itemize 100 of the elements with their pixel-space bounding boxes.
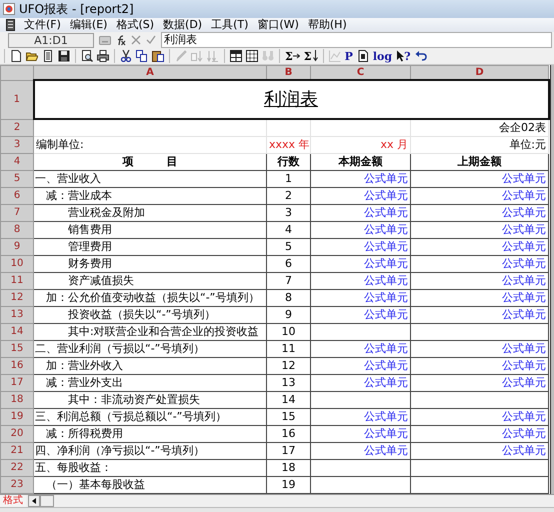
document-icon[interactable]: [41, 49, 55, 63]
app-icon: [3, 3, 15, 15]
item-label: 减：营业成本: [34, 188, 266, 204]
line-number: 3: [266, 204, 310, 222]
row-header[interactable]: 7: [0, 204, 34, 222]
line-number: 6: [266, 256, 310, 272]
column-header[interactable]: C: [310, 66, 410, 80]
item-label: 加：公允价值变动收益（损失以“-”号填列）: [34, 290, 266, 306]
formula-cell: 公式单元: [310, 442, 410, 460]
toolbar-button[interactable]: log: [372, 49, 394, 63]
column-header[interactable]: A: [34, 66, 266, 80]
row-header[interactable]: 18: [0, 392, 34, 408]
row-header[interactable]: 20: [0, 426, 34, 442]
print-preview-icon[interactable]: [80, 49, 94, 63]
line-number: 9: [266, 306, 310, 324]
row-header[interactable]: 3: [0, 136, 34, 154]
scrollbar[interactable]: [550, 65, 554, 494]
column-heading: 本期金额: [310, 154, 410, 170]
menu-item[interactable]: 窗口(W): [257, 18, 299, 32]
row-header[interactable]: 15: [0, 340, 34, 358]
formula-cell: 公式单元: [310, 256, 410, 272]
toolbar-button[interactable]: ?: [395, 49, 412, 63]
scroll-left-button[interactable]: [28, 495, 40, 507]
new-file-icon[interactable]: [9, 49, 23, 63]
scissors-icon[interactable]: [119, 49, 133, 63]
item-label: 销售费用: [34, 222, 266, 238]
menu-item[interactable]: 编辑(E): [70, 18, 108, 32]
formula-cell: 公式单元: [410, 170, 548, 188]
item-label: 其中：非流动资产处置损失: [34, 392, 266, 408]
menu-item[interactable]: 格式(S): [116, 18, 154, 32]
toolbar-button[interactable]: P: [344, 49, 354, 63]
copy-icon[interactable]: [135, 49, 149, 63]
function-icon[interactable]: [116, 34, 126, 46]
item-label: 财务费用: [34, 256, 266, 272]
row-header[interactable]: 2: [0, 119, 34, 136]
line-number: 17: [266, 442, 310, 460]
row-header[interactable]: 6: [0, 188, 34, 204]
row-header[interactable]: 5: [0, 170, 34, 188]
table-icon[interactable]: [229, 49, 243, 63]
pointer-icon: [396, 50, 404, 62]
line-number: 4: [266, 222, 310, 238]
formula-cell: 公式单元: [310, 204, 410, 222]
item-label: 五、每股收益：: [34, 460, 266, 476]
row-header[interactable]: 11: [0, 272, 34, 290]
formula-cell: 公式单元: [410, 442, 548, 460]
line-number: 1: [266, 170, 310, 188]
row-header[interactable]: 9: [0, 238, 34, 256]
print-icon[interactable]: [96, 49, 110, 63]
row-header[interactable]: 19: [0, 408, 34, 426]
item-label: 减：所得税费用: [34, 426, 266, 442]
document-icon[interactable]: [6, 19, 15, 31]
formula-cell: 公式单元: [410, 340, 548, 358]
row-header[interactable]: 4: [0, 154, 34, 170]
line-number: 5: [266, 238, 310, 256]
cell-reference-field[interactable]: A1:D1: [8, 32, 94, 48]
column-header[interactable]: D: [410, 66, 548, 80]
item-label: 一、营业收入: [34, 170, 266, 188]
item-label: 营业税金及附加: [34, 204, 266, 222]
row-header[interactable]: 22: [0, 460, 34, 476]
line-number: 15: [266, 408, 310, 426]
formula-cell: 公式单元: [310, 306, 410, 324]
item-label: 三、利润总额（亏损总额以“-”号填列）: [34, 408, 266, 426]
undo-icon[interactable]: [414, 49, 428, 63]
item-label: 加：营业外收入: [34, 358, 266, 374]
paste-icon[interactable]: [151, 49, 165, 63]
row-header[interactable]: 21: [0, 442, 34, 460]
line-number: 13: [266, 374, 310, 392]
row-header[interactable]: 14: [0, 324, 34, 340]
toolbar-button[interactable]: Σ: [302, 49, 319, 63]
column-header[interactable]: B: [266, 66, 310, 80]
formula-cell: 公式单元: [310, 408, 410, 426]
menu-item[interactable]: 文件(F): [24, 18, 61, 32]
column-heading: 上期金额: [410, 154, 548, 170]
row-header[interactable]: 17: [0, 374, 34, 392]
toolbar-button[interactable]: Σ: [284, 49, 301, 63]
save-icon[interactable]: [57, 49, 71, 63]
column-heading: 项 目: [34, 154, 266, 170]
row-header[interactable]: 16: [0, 358, 34, 374]
page-icon[interactable]: [356, 49, 370, 63]
formula-cell: 公式单元: [410, 426, 548, 442]
line-number: 10: [266, 324, 310, 340]
sheet-tab[interactable]: 格式: [0, 495, 26, 507]
arrow-down-icon: [312, 50, 318, 62]
formula-cell: 公式单元: [310, 272, 410, 290]
menu-item[interactable]: 数据(D): [163, 18, 202, 32]
scroll-thumb[interactable]: [40, 495, 54, 507]
line-number: 18: [266, 460, 310, 476]
row-header[interactable]: 12: [0, 290, 34, 306]
corner-cell[interactable]: [0, 66, 34, 80]
grid-icon[interactable]: [245, 49, 259, 63]
menu-item[interactable]: 工具(T): [211, 18, 248, 32]
formula-input-field[interactable]: 利润表: [161, 32, 552, 48]
item-label: 资产减值损失: [34, 272, 266, 290]
report-title: 利润表: [34, 80, 548, 119]
row-header[interactable]: 8: [0, 222, 34, 238]
row-header[interactable]: 13: [0, 306, 34, 324]
row-header[interactable]: 23: [0, 476, 34, 494]
menu-item[interactable]: 帮助(H): [308, 18, 347, 32]
row-header[interactable]: 1: [0, 80, 34, 119]
row-header[interactable]: 10: [0, 256, 34, 272]
